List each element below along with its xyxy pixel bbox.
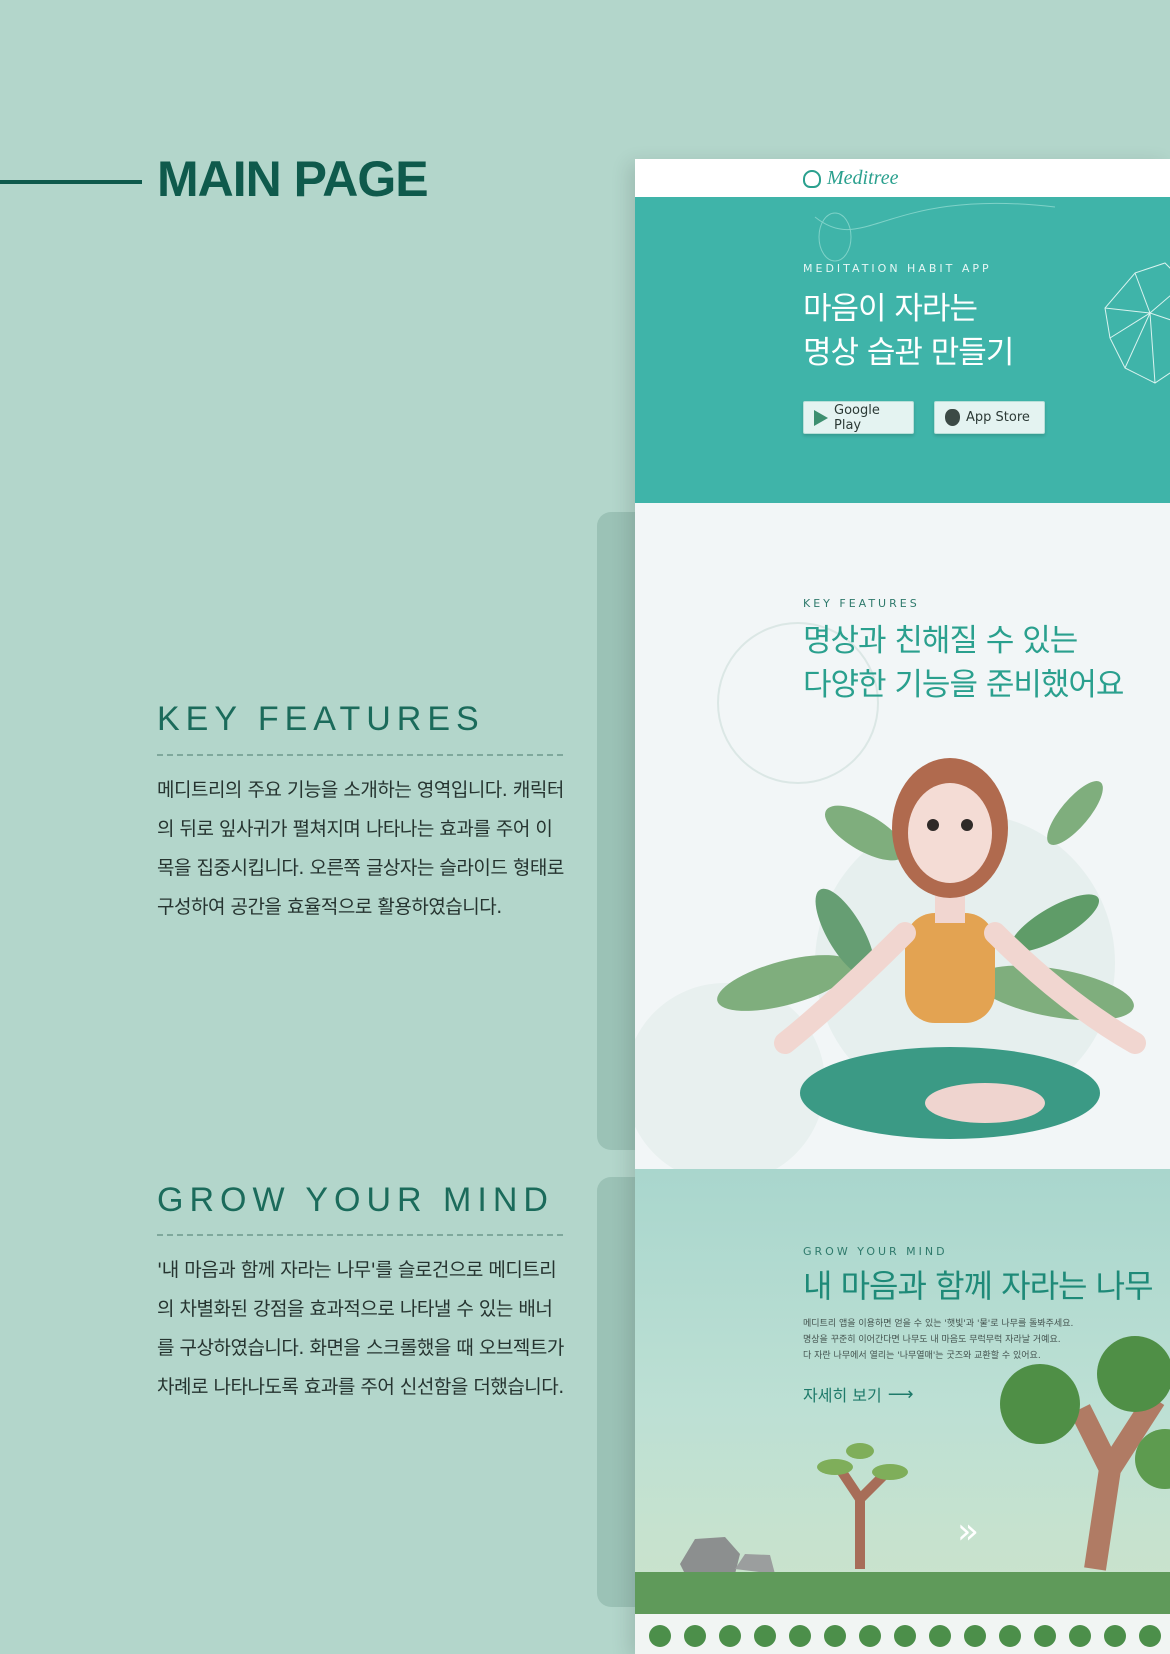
logo-text: Meditree bbox=[827, 167, 899, 189]
brain-mesh-icon bbox=[1104, 262, 1170, 384]
site-header: Meditree bbox=[635, 159, 1170, 197]
small-tree bbox=[817, 1443, 908, 1569]
google-play-icon bbox=[814, 409, 828, 426]
torso bbox=[905, 913, 995, 1023]
grow-your-mind-description: '내 마음과 함께 자라는 나무'를 슬로건으로 메디트리의 차별화된 강점을 … bbox=[157, 1259, 564, 1398]
app-store-label: App Store bbox=[966, 410, 1030, 425]
bead-border bbox=[635, 1614, 1170, 1654]
grow-your-mind-section: GROW YOUR MIND 내 마음과 함께 자라는 나무 메디트리 앱을 이… bbox=[635, 1169, 1170, 1654]
page-title: MAIN PAGE bbox=[157, 151, 429, 207]
features-title: 명상과 친해질 수 있는 다양한 기능을 준비했어요 bbox=[803, 623, 1124, 703]
apple-icon bbox=[945, 409, 960, 426]
grow-your-mind-rule bbox=[157, 1234, 563, 1236]
meditating-woman-illustration bbox=[717, 758, 1146, 1139]
features-kicker: KEY FEATURES bbox=[803, 597, 920, 610]
key-features-rule bbox=[157, 754, 563, 756]
grow-your-mind-heading: GROW YOUR MIND bbox=[157, 1181, 554, 1219]
key-features-section: KEY FEATURES 명상과 친해질 수 있는 다양한 기능을 준비했어요 bbox=[635, 503, 1170, 1169]
face bbox=[908, 783, 992, 883]
tree-logo-icon bbox=[803, 169, 821, 188]
rocks bbox=[680, 1537, 775, 1574]
hero-kicker: MEDITATION HABIT APP bbox=[803, 262, 992, 275]
key-features-heading: KEY FEATURES bbox=[157, 700, 485, 738]
app-store-button[interactable]: App Store bbox=[934, 401, 1045, 434]
title-rule bbox=[0, 180, 142, 184]
google-play-label: Google Play bbox=[834, 402, 880, 433]
google-play-button[interactable]: Google Play bbox=[803, 401, 914, 434]
key-features-description: 메디트리의 주요 기능을 소개하는 영역입니다. 캐릭터의 뒤로 잎사귀가 펼쳐… bbox=[157, 779, 564, 918]
logo[interactable]: Meditree bbox=[803, 167, 898, 190]
hero-banner: MEDITATION HABIT APP 마음이 자라는 명상 습관 만들기 G… bbox=[635, 197, 1170, 503]
website-mockup: Meditree MEDITATION HABIT APP 마음이 자라는 명상… bbox=[635, 159, 1170, 1654]
next-slide-icon[interactable]: » bbox=[957, 1511, 979, 1552]
hero-title: 마음이 자라는 명상 습관 만들기 bbox=[803, 291, 1014, 371]
big-tree bbox=[1000, 1336, 1170, 1571]
